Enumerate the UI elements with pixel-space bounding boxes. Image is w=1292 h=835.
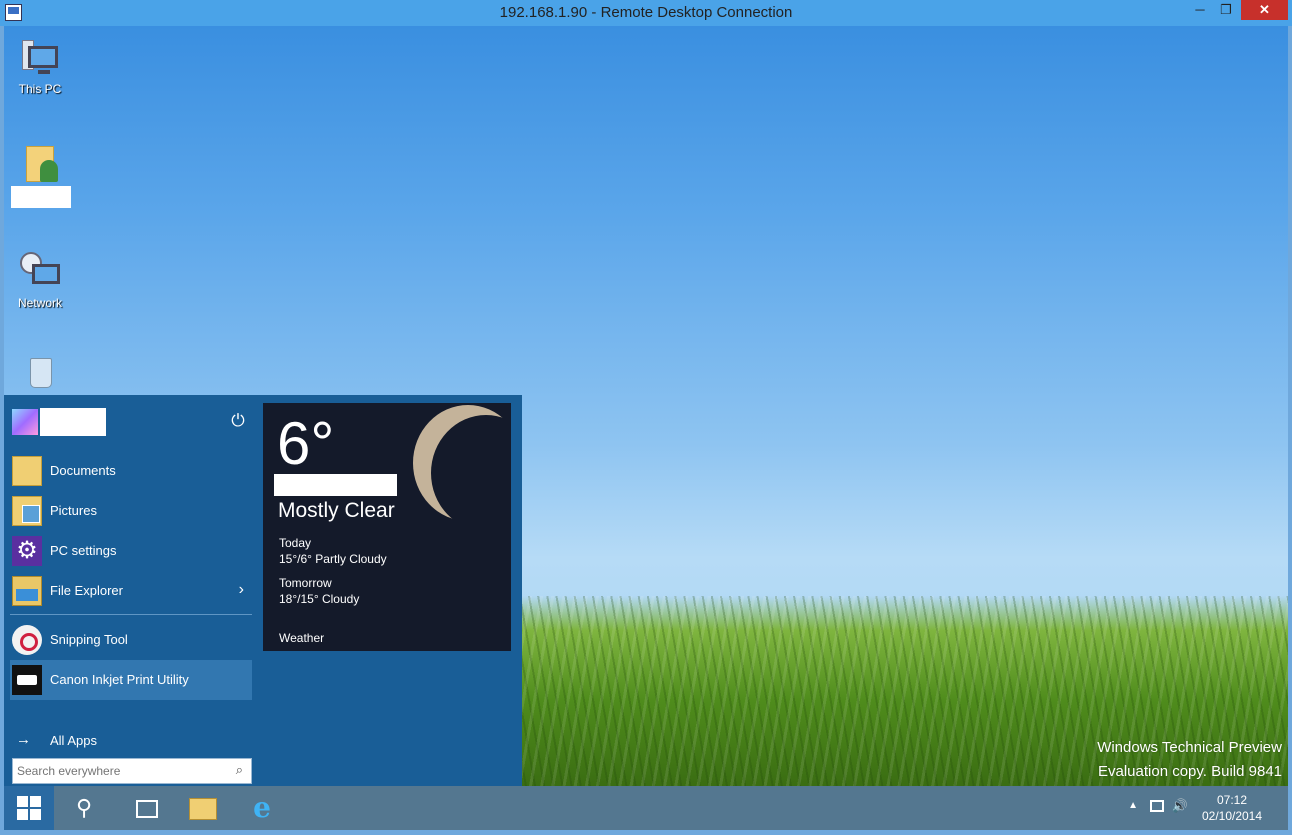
power-icon[interactable]: ⏻ [228,411,248,431]
forecast-detail: 15°/6° Partly Cloudy [279,552,387,566]
forecast-detail: 18°/15° Cloudy [279,592,360,606]
start-button[interactable] [4,786,54,830]
taskbar: ⚲ e ▲ 🔊 07:12 02/10/2014 [4,786,1288,830]
desktop-icon-label: Network [17,296,62,310]
moon-icon [413,405,511,521]
search-box[interactable]: ⌕ [12,758,252,784]
desktop-icon-recycle-bin[interactable] [8,356,72,400]
start-item-label: Documents [50,463,116,478]
file-explorer-icon[interactable] [184,790,220,826]
start-menu-left-pane: ⏻ Documents Pictures ⚙ PC settings File … [10,401,252,784]
tile-label: Weather [279,631,325,645]
minimize-button[interactable]: ─ [1186,0,1214,20]
redacted-user-name [40,408,106,436]
forecast-day: Today [279,536,312,550]
all-apps-label: All Apps [50,733,97,748]
desktop-icon-label: This PC [18,82,62,96]
desktop-icon-network[interactable]: Network [8,252,72,310]
build-watermark: Windows Technical Preview Evaluation cop… [1097,736,1282,784]
folder-icon [12,456,42,486]
all-apps-button[interactable]: → All Apps [10,729,252,753]
avatar[interactable] [12,409,38,435]
printer-icon [12,665,42,695]
forecast-day: Tomorrow [279,576,332,590]
start-item-pictures[interactable]: Pictures [10,491,252,531]
forecast-tomorrow: Tomorrow 18°/15° Cloudy [279,575,359,607]
network-icon[interactable] [1150,800,1164,812]
divider [10,614,252,615]
weather-temperature: 6° [277,410,335,477]
clock[interactable]: 07:12 02/10/2014 [1196,792,1268,824]
start-item-label: Snipping Tool [50,632,128,647]
chevron-right-icon[interactable]: › [239,581,244,599]
internet-explorer-icon[interactable]: e [244,790,280,826]
user-account[interactable]: ⏻ [10,401,252,441]
arrow-right-icon: → [16,731,31,748]
start-item-file-explorer[interactable]: File Explorer › [10,571,252,611]
start-item-documents[interactable]: Documents [10,451,252,491]
rdc-title-bar: 192.168.1.90 - Remote Desktop Connection… [0,0,1292,26]
volume-icon[interactable]: 🔊 [1172,798,1188,814]
weather-condition: Mostly Clear [278,499,395,522]
clock-time: 07:12 [1216,793,1248,807]
redacted-label [11,186,71,208]
user-folder-icon [22,142,62,182]
start-menu: ⏻ Documents Pictures ⚙ PC settings File … [4,395,522,786]
chevron-up-icon[interactable]: ▲ [1128,800,1138,811]
start-item-label: PC settings [50,543,117,558]
search-icon[interactable]: ⚲ [66,790,102,826]
recycle-bin-icon [20,356,60,396]
start-item-label: Canon Inkjet Print Utility [50,672,189,687]
file-explorer-icon [12,576,42,606]
desktop-icon-this-pc[interactable]: This PC [8,38,72,96]
pictures-icon [12,496,42,526]
start-item-canon-inkjet[interactable]: Canon Inkjet Print Utility [10,660,252,700]
watermark-line: Windows Technical Preview [1097,739,1282,756]
this-pc-icon [20,38,60,78]
start-item-label: Pictures [50,503,97,518]
snipping-tool-icon [12,625,42,655]
gear-icon: ⚙ [12,536,42,566]
start-item-pc-settings[interactable]: ⚙ PC settings [10,531,252,571]
window-title: 192.168.1.90 - Remote Desktop Connection [499,4,793,21]
close-button[interactable]: ✕ [1241,0,1288,20]
start-item-label: File Explorer [50,583,123,598]
clock-date: 02/10/2014 [1201,809,1263,823]
desktop-icon-user-folder[interactable] [10,142,74,208]
windows-logo-icon [17,796,41,820]
restore-button[interactable]: ❐ [1212,0,1240,20]
search-icon[interactable]: ⌕ [236,762,243,778]
watermark-line: Evaluation copy. Build 9841 [1097,763,1282,780]
forecast-today: Today 15°/6° Partly Cloudy [279,535,387,567]
redacted-location [274,474,397,496]
network-icon [20,252,60,292]
task-view-icon[interactable] [128,790,164,826]
weather-tile[interactable]: 6° Mostly Clear Today 15°/6° Partly Clou… [263,403,511,651]
search-input[interactable] [17,762,217,780]
start-item-snipping-tool[interactable]: Snipping Tool [10,620,252,660]
